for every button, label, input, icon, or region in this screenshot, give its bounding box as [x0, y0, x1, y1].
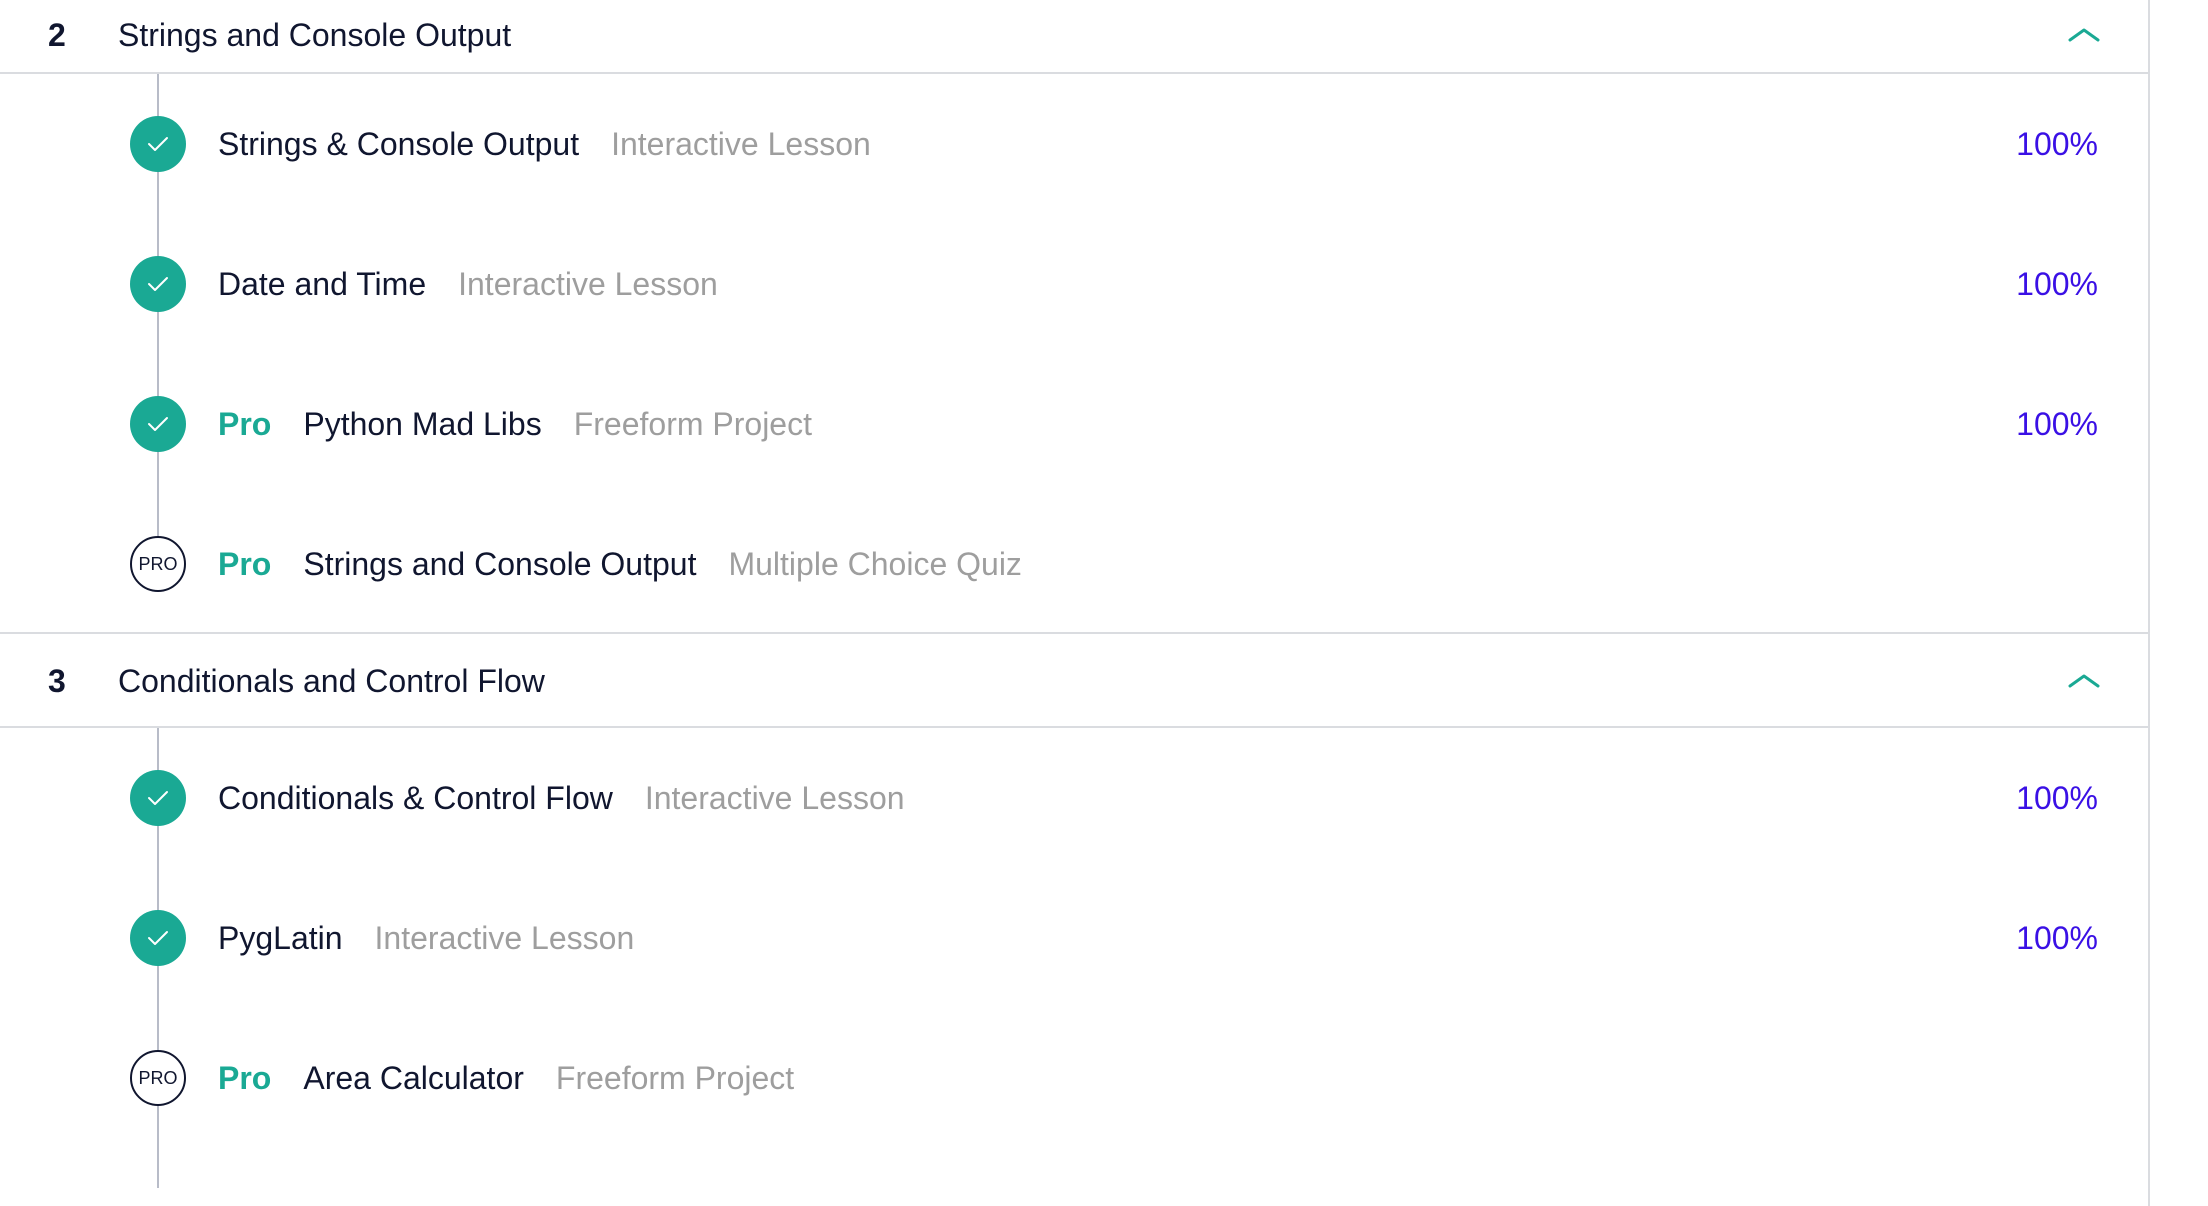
- lesson-title[interactable]: PygLatin: [218, 920, 343, 956]
- lesson-text: Strings & Console Output Interactive Less…: [218, 74, 871, 214]
- pro-badge-icon: PRO: [130, 1050, 186, 1106]
- progress-percent: 100%: [2016, 266, 2098, 302]
- lesson-text: PygLatin Interactive Lesson: [218, 868, 634, 1008]
- module-number: 3: [48, 663, 66, 699]
- progress-percent: 100%: [2016, 406, 2098, 442]
- lesson-item[interactable]: PRO Pro Strings and Console Output Multipl…: [0, 494, 2148, 634]
- module-section-3: 3 Conditionals and Control Flow Conditio…: [0, 634, 2148, 1188]
- lesson-item[interactable]: PRO Pro Area Calculator Freeform Project: [0, 1008, 2148, 1148]
- progress-percent: 100%: [2016, 920, 2098, 956]
- module-items: Strings & Console Output Interactive Less…: [0, 74, 2148, 634]
- lesson-type: Freeform Project: [573, 406, 812, 442]
- lesson-type: Interactive Lesson: [644, 780, 905, 816]
- module-header[interactable]: 2 Strings and Console Output: [0, 0, 2148, 74]
- syllabus-panel: 2 Strings and Console Output Strings & C…: [0, 0, 2150, 1206]
- module-number: 2: [48, 17, 66, 53]
- lesson-item[interactable]: Pro Python Mad Libs Freeform Project 100%: [0, 354, 2148, 494]
- progress-percent: 100%: [2016, 780, 2098, 816]
- course-syllabus: 2 Strings and Console Output Strings & C…: [0, 0, 2208, 1206]
- module-section-2: 2 Strings and Console Output Strings & C…: [0, 0, 2148, 634]
- progress-percent: 100%: [2016, 126, 2098, 162]
- lesson-type: Interactive Lesson: [374, 920, 635, 956]
- checkmark-icon: [130, 256, 186, 312]
- module-title: Conditionals and Control Flow: [118, 663, 545, 699]
- lesson-item[interactable]: PygLatin Interactive Lesson 100%: [0, 868, 2148, 1008]
- chevron-up-icon[interactable]: [2066, 668, 2102, 692]
- pro-badge-icon: PRO: [130, 536, 186, 592]
- pro-tag: Pro: [218, 546, 272, 582]
- lesson-text: Pro Strings and Console Output Multiple Ch…: [218, 494, 1022, 634]
- lesson-title[interactable]: Strings & Console Output: [218, 126, 579, 162]
- module-title: Strings and Console Output: [118, 17, 512, 53]
- lesson-text: Date and Time Interactive Lesson: [218, 214, 718, 354]
- lesson-type: Interactive Lesson: [611, 126, 871, 162]
- lesson-type: Freeform Project: [555, 1060, 795, 1096]
- checkmark-icon: [130, 770, 186, 826]
- lesson-title[interactable]: Conditionals & Control Flow: [218, 780, 613, 816]
- lesson-type: Interactive Lesson: [458, 266, 718, 302]
- module-header[interactable]: 3 Conditionals and Control Flow: [0, 634, 2148, 728]
- lesson-text: Conditionals & Control Flow Interactive L…: [218, 728, 905, 868]
- chevron-up-icon[interactable]: [2066, 22, 2102, 46]
- lesson-item[interactable]: Conditionals & Control Flow Interactive L…: [0, 728, 2148, 868]
- lesson-item[interactable]: Strings & Console Output Interactive Less…: [0, 74, 2148, 214]
- lesson-text: Pro Area Calculator Freeform Project: [218, 1008, 794, 1148]
- lesson-text: Pro Python Mad Libs Freeform Project: [218, 354, 812, 494]
- lesson-title[interactable]: Date and Time: [218, 266, 426, 302]
- pro-tag: Pro: [218, 406, 272, 442]
- lesson-type: Multiple Choice Quiz: [728, 546, 1022, 582]
- lesson-title[interactable]: Strings and Console Output: [303, 546, 696, 582]
- lesson-title[interactable]: Python Mad Libs: [303, 406, 541, 442]
- lesson-title[interactable]: Area Calculator: [303, 1060, 524, 1096]
- pro-tag: Pro: [218, 1060, 272, 1096]
- checkmark-icon: [130, 396, 186, 452]
- module-items: Conditionals & Control Flow Interactive L…: [0, 728, 2148, 1188]
- lesson-item[interactable]: Date and Time Interactive Lesson 100%: [0, 214, 2148, 354]
- checkmark-icon: [130, 116, 186, 172]
- checkmark-icon: [130, 910, 186, 966]
